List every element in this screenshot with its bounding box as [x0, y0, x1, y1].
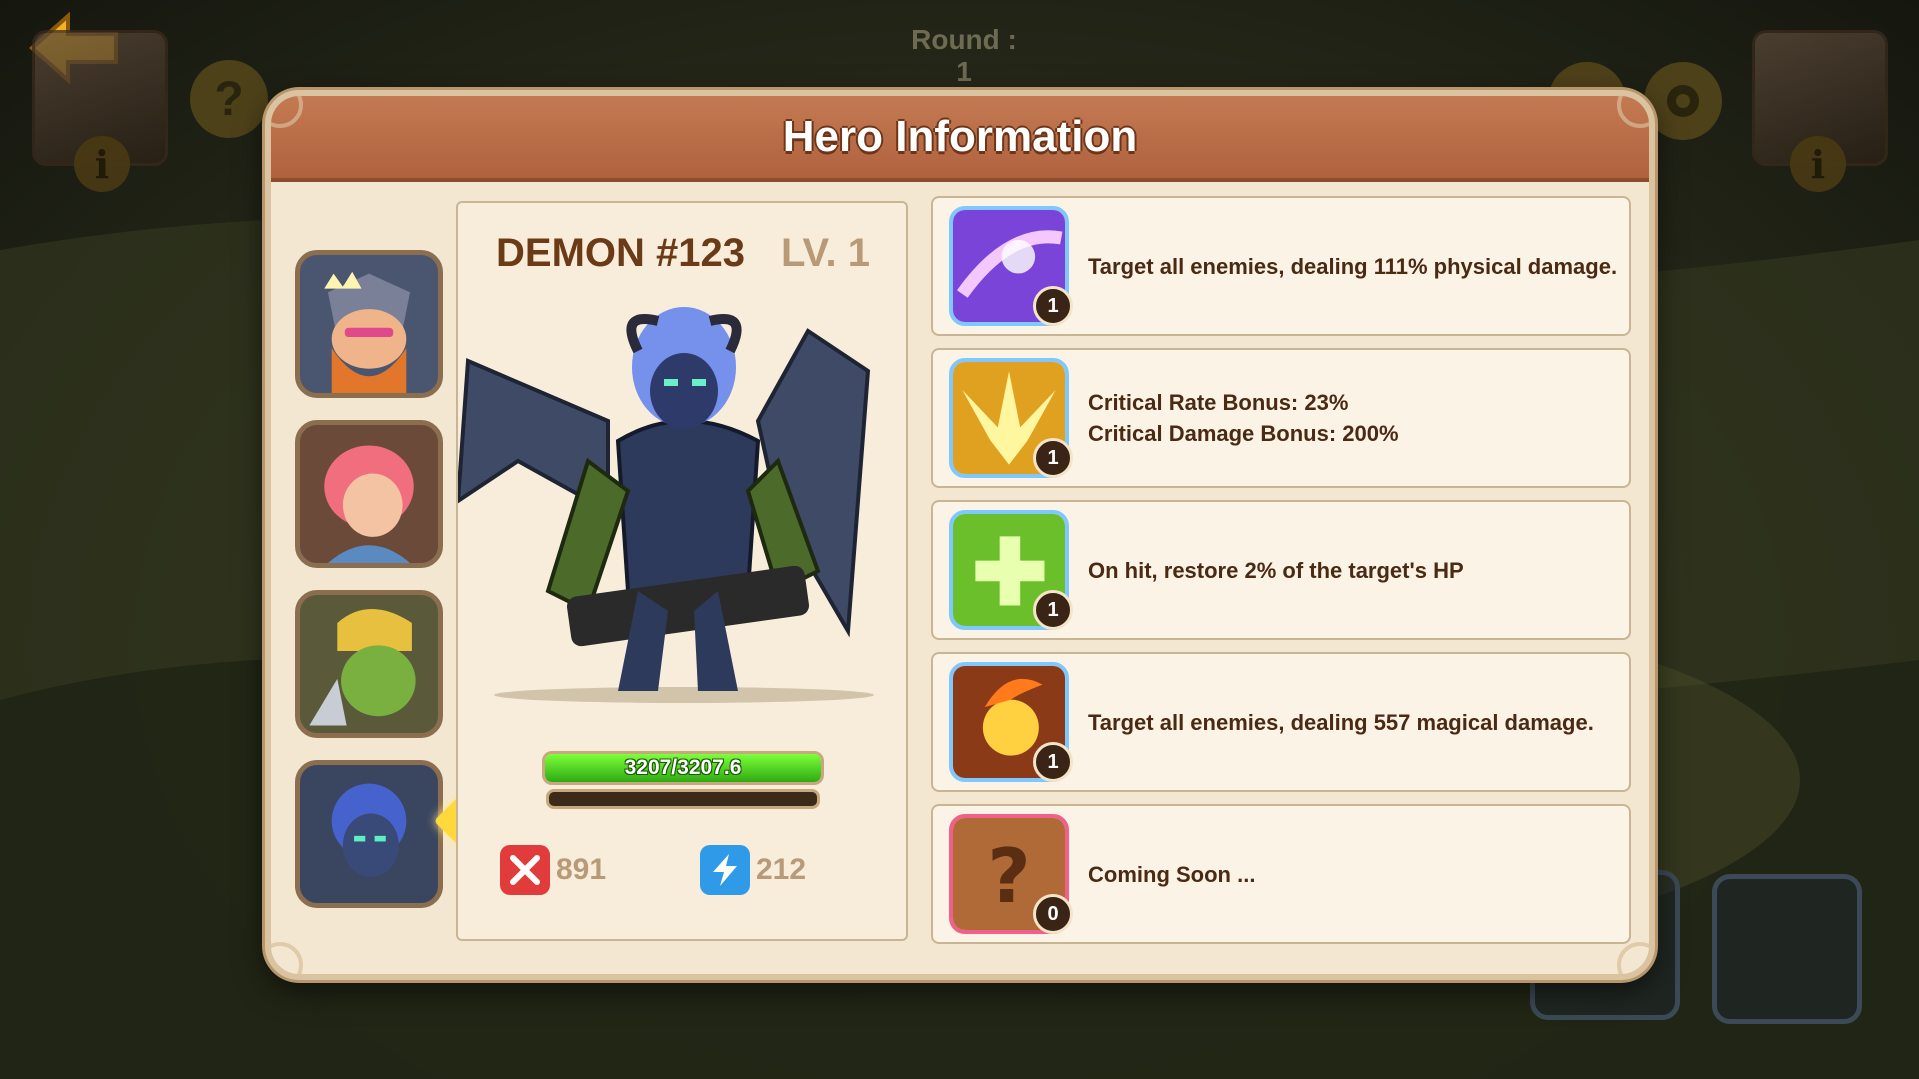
roster-orc[interactable] [295, 590, 443, 738]
skill-description-line: Critical Damage Bonus: 200% [1088, 421, 1399, 446]
skill-description: Target all enemies, dealing 557 magical … [1088, 654, 1594, 790]
modal-title: Hero Information [782, 112, 1138, 161]
battle-slot[interactable] [1712, 874, 1862, 1024]
hero-detail-card: DEMON #123 LV. 1 3207/3207.6 891 212 [456, 201, 908, 941]
round-label: Round : 1 [911, 24, 1017, 87]
demon-portrait [300, 765, 438, 903]
attack-value: 891 [556, 853, 607, 886]
skill-description-line: On hit, restore 2% of the target's HP [1088, 557, 1464, 583]
hero-name: DEMON #123 [496, 231, 745, 275]
speed-value: 212 [756, 853, 807, 886]
settings-button[interactable] [1644, 62, 1722, 140]
demon-hero-illustration [458, 307, 874, 703]
modal-header: Hero Information [271, 96, 1649, 182]
skill-row[interactable]: 1 On hit, restore 2% of the target's HP [931, 500, 1631, 640]
skill-row[interactable]: 1 Target all enemies, dealing 111% physic… [931, 196, 1631, 336]
player-info-button[interactable]: i [74, 136, 130, 192]
roster-red-hair-girl[interactable] [295, 420, 443, 568]
hero-information-modal: Hero Information DEMON #123 LV. 1 3207/3… [265, 90, 1655, 980]
hp-bar: 3207/3207.6 [542, 751, 824, 785]
roster-demon[interactable] [295, 760, 443, 908]
skill-level-badge: 0 [1033, 894, 1073, 934]
question-icon: ? [214, 72, 244, 126]
svg-text:?: ? [987, 833, 1030, 920]
skill-level-badge: 1 [1033, 286, 1073, 326]
hp-value: 3207/3207.6 [624, 756, 742, 779]
skill-level-badge: 1 [1033, 742, 1073, 782]
skill-row[interactable]: 1 Critical Rate Bonus: 23% Critical Damage… [931, 348, 1631, 488]
info-icon: i [1810, 141, 1826, 187]
speed-stat: 212 [700, 845, 806, 895]
skill-description-line: Coming Soon ... [1088, 861, 1256, 887]
skill-row[interactable]: 1 Target all enemies, dealing 557 magical… [931, 652, 1631, 792]
lightning-icon [700, 845, 750, 895]
dwarf-king-portrait [300, 255, 438, 393]
red-hair-girl-portrait [300, 425, 438, 563]
gear-icon [1667, 85, 1699, 117]
skill-description: Critical Rate Bonus: 23% Critical Damage … [1088, 350, 1399, 486]
skill-description-line: Critical Rate Bonus: 23% [1088, 390, 1349, 415]
help-button[interactable]: ? [190, 60, 268, 138]
mana-bar [546, 789, 820, 809]
skill-description: On hit, restore 2% of the target's HP [1088, 502, 1464, 638]
skill-row[interactable]: ? 0 Coming Soon ... [931, 804, 1631, 944]
skill-description: Coming Soon ... [1088, 806, 1255, 942]
skill-level-badge: 1 [1033, 590, 1073, 630]
skill-description: Target all enemies, dealing 111% physica… [1088, 198, 1617, 334]
attack-stat: 891 [500, 845, 606, 895]
enemy-info-button[interactable]: i [1790, 136, 1846, 192]
roster-dwarf-king[interactable] [295, 250, 443, 398]
orc-portrait [300, 595, 438, 733]
skill-description-line: Target all enemies, dealing 557 magical … [1088, 709, 1594, 735]
crossed-swords-icon [500, 845, 550, 895]
skill-level-badge: 1 [1033, 438, 1073, 478]
info-icon: i [94, 141, 110, 187]
hero-level: LV. 1 [781, 231, 870, 275]
skill-description-line: Target all enemies, dealing 111% physica… [1088, 253, 1618, 279]
